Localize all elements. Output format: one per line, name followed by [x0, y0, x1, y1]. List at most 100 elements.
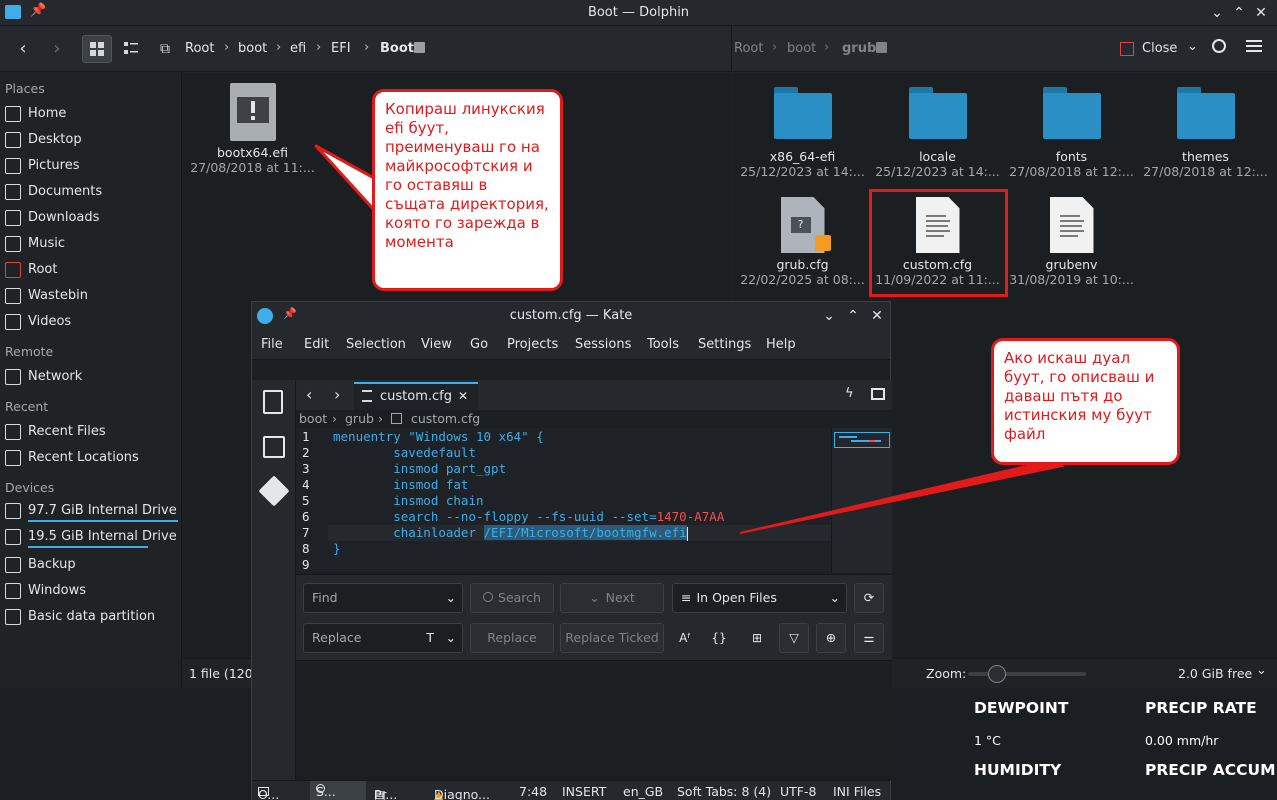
- details-view-button[interactable]: [116, 35, 146, 63]
- filter-button[interactable]: ▽: [779, 623, 809, 653]
- search-icon[interactable]: [1212, 39, 1226, 53]
- regex-icon[interactable]: {}: [704, 623, 734, 653]
- search-results-area[interactable]: [296, 660, 892, 780]
- sidebar-item-pictures[interactable]: Pictures: [0, 154, 181, 178]
- forward-button[interactable]: ›: [42, 35, 72, 63]
- menu-file[interactable]: File: [261, 337, 283, 352]
- tab-forward-icon[interactable]: ›: [334, 385, 340, 404]
- split-editor-icon[interactable]: [871, 388, 885, 400]
- menu-settings[interactable]: Settings: [698, 337, 751, 352]
- expand-all-icon[interactable]: ⊞: [742, 623, 772, 653]
- menu-tools[interactable]: Tools: [647, 337, 679, 352]
- back-button[interactable]: ‹: [8, 35, 38, 63]
- sidebar-item-recent-files[interactable]: Recent Files: [0, 420, 181, 444]
- menu-go[interactable]: Go: [470, 337, 488, 352]
- folder-item[interactable]: fonts 27/08/2018 at 12:...: [1004, 87, 1139, 179]
- chevron-down-icon[interactable]: ⌄: [446, 584, 456, 612]
- new-tab-button[interactable]: ⊕: [816, 623, 846, 653]
- quick-open-icon[interactable]: ϟ: [845, 386, 854, 401]
- split-view-icon[interactable]: ⧉: [150, 35, 180, 63]
- crumb-root[interactable]: Root: [185, 41, 214, 56]
- sidebar-item-music[interactable]: Music: [0, 232, 181, 256]
- menu-view[interactable]: View: [421, 337, 452, 352]
- sidebar-item-desktop[interactable]: Desktop: [0, 128, 181, 152]
- search-scope-select[interactable]: ≡ In Open Files ⌄: [672, 583, 847, 613]
- close-split-button[interactable]: Close: [1142, 41, 1177, 56]
- crumb-EFI[interactable]: EFI: [331, 41, 351, 56]
- documents-panel-icon[interactable]: [263, 390, 283, 414]
- file-item[interactable]: ? grub.cfg 22/02/2025 at 08:...: [735, 197, 870, 287]
- crumb-file[interactable]: custom.cfg: [411, 411, 480, 426]
- sidebar-item-drive-19[interactable]: 19.5 GiB Internal Drive ...: [0, 525, 181, 549]
- crumb-efi[interactable]: efi: [290, 41, 306, 56]
- indentation[interactable]: Soft Tabs: 8 (4): [677, 784, 771, 799]
- crumb-right-root[interactable]: Root: [734, 41, 763, 56]
- zoom-slider-handle[interactable]: [988, 665, 1006, 683]
- chevron-down-icon[interactable]: ⌄: [446, 624, 456, 652]
- tab-back-icon[interactable]: ‹: [306, 385, 312, 404]
- sidebar-item-wastebin[interactable]: Wastebin: [0, 284, 181, 308]
- file-type[interactable]: INI Files: [833, 784, 881, 799]
- file-item[interactable]: grubenv 31/08/2019 at 10:...: [1004, 197, 1139, 287]
- sidebar-item-network[interactable]: Network: [0, 365, 181, 389]
- dictionary[interactable]: en_GB: [623, 784, 663, 799]
- minimize-button[interactable]: ⌄: [1208, 4, 1226, 22]
- file-item[interactable]: bootx64.efi 27/08/2018 at 11:...: [185, 83, 320, 175]
- close-tab-icon[interactable]: ✕: [458, 389, 468, 403]
- refresh-button[interactable]: ⟳: [854, 583, 884, 613]
- next-button[interactable]: ⌄ Next: [560, 583, 664, 613]
- sidebar-item-home[interactable]: Home: [0, 102, 181, 126]
- search-tab[interactable]: S...: [310, 781, 366, 800]
- close-window-button[interactable]: ✕: [1252, 4, 1270, 22]
- menu-sessions[interactable]: Sessions: [575, 337, 631, 352]
- close-split-icon[interactable]: [1120, 42, 1134, 56]
- crumb-grub[interactable]: grub: [345, 411, 374, 426]
- chevron-down-icon[interactable]: ⌄: [830, 584, 840, 612]
- zoom-slider[interactable]: [968, 665, 1086, 683]
- menu-selection[interactable]: Selection: [346, 337, 406, 352]
- sidebar-item-basic-data[interactable]: Basic data partition: [0, 605, 181, 629]
- menu-help[interactable]: Help: [766, 337, 796, 352]
- sidebar-item-drive-97[interactable]: 97.7 GiB Internal Drive ...: [0, 499, 181, 523]
- crumb-boot[interactable]: boot: [299, 411, 327, 426]
- menu-edit[interactable]: Edit: [304, 337, 329, 352]
- folder-item[interactable]: themes 27/08/2018 at 12:...: [1138, 87, 1273, 179]
- maximize-button[interactable]: ⌃: [844, 307, 862, 325]
- close-window-button[interactable]: ✕: [868, 307, 886, 325]
- options-button[interactable]: ⚌: [854, 623, 884, 653]
- icons-view-button[interactable]: [82, 35, 112, 63]
- tab-custom-cfg[interactable]: custom.cfg ✕: [354, 382, 478, 410]
- replace-button[interactable]: Replace: [470, 623, 554, 653]
- crumb-right-grub[interactable]: grub: [842, 41, 876, 56]
- search-button[interactable]: Search: [470, 583, 554, 613]
- match-case-icon[interactable]: Aᶠ: [670, 623, 700, 653]
- sidebar-item-windows[interactable]: Windows: [0, 579, 181, 603]
- chevron-down-icon[interactable]: ⌄: [1187, 39, 1198, 54]
- git-panel-icon[interactable]: [258, 475, 290, 507]
- menu-projects[interactable]: Projects: [507, 337, 558, 352]
- sidebar-item-backup[interactable]: Backup: [0, 553, 181, 577]
- folder-item[interactable]: x86_64-efi 25/12/2023 at 14:...: [735, 87, 870, 179]
- text-transform-icon[interactable]: T: [426, 624, 434, 652]
- sidebar-item-documents[interactable]: Documents: [0, 180, 181, 204]
- symbols-panel-icon[interactable]: [263, 436, 285, 458]
- sidebar-item-root[interactable]: Root: [0, 258, 181, 282]
- replace-input[interactable]: Replace T ⌄: [303, 623, 463, 653]
- replace-ticked-button[interactable]: Replace Ticked: [560, 623, 664, 653]
- code-editor[interactable]: 1 2 3 4 5 6 7 8 9 menuentry "Windows 10 …: [296, 428, 892, 573]
- encoding[interactable]: UTF-8: [780, 784, 816, 799]
- cursor-position[interactable]: 7:48: [519, 784, 547, 799]
- folder-item[interactable]: locale 25/12/2023 at 14:...: [870, 87, 1005, 179]
- crumb-right-boot[interactable]: boot: [787, 41, 816, 56]
- find-input[interactable]: Find ⌄: [303, 583, 463, 613]
- minimap[interactable]: [831, 428, 892, 573]
- crumb-current[interactable]: Boot: [380, 41, 414, 56]
- minimize-button[interactable]: ⌄: [820, 307, 838, 325]
- sidebar-item-recent-locations[interactable]: Recent Locations: [0, 446, 181, 470]
- chevron-down-icon[interactable]: ⌄: [1256, 663, 1267, 678]
- sidebar-item-videos[interactable]: Videos: [0, 310, 181, 334]
- maximize-button[interactable]: ⌃: [1230, 4, 1248, 22]
- crumb-boot[interactable]: boot: [238, 41, 267, 56]
- sidebar-item-downloads[interactable]: Downloads: [0, 206, 181, 230]
- input-mode[interactable]: INSERT: [562, 784, 606, 799]
